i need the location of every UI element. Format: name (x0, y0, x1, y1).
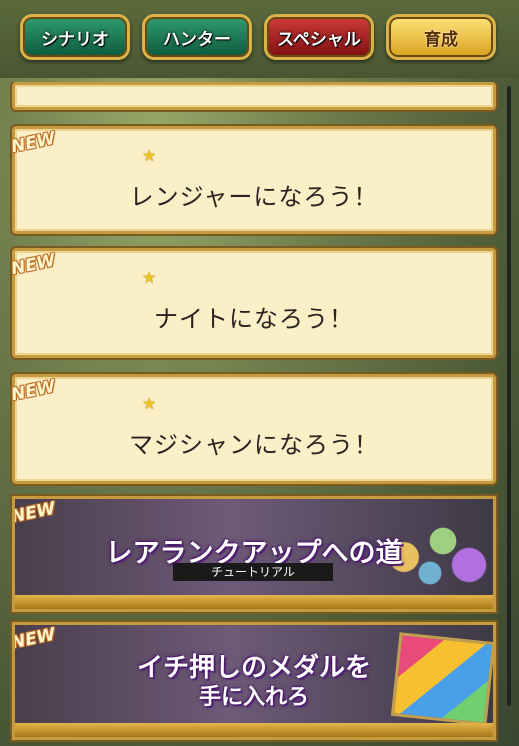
banner-title-line2: 手に入れろ (198, 685, 309, 710)
mission-card-ranger[interactable]: NEW ★ レンジャーになろう！ (9, 126, 496, 234)
star-icon: ★ (142, 146, 157, 165)
tab-scenario[interactable]: シナリオ (20, 14, 130, 60)
scrollbar[interactable] (507, 86, 511, 706)
banner-featured-medal[interactable]: NEW イチ押しのメダルを 手に入れろ (12, 622, 496, 740)
tab-bar: シナリオ ハンター スペシャル 育成 (0, 0, 519, 78)
tab-special[interactable]: スペシャル (264, 14, 374, 60)
star-icon: ★ (142, 394, 157, 413)
banner-gold-bar (15, 595, 493, 609)
mission-card-knight[interactable]: NEW ★ ナイトになろう！ (9, 248, 496, 358)
banner-gold-bar (15, 723, 493, 737)
new-badge: NEW (12, 498, 58, 528)
tab-training[interactable]: 育成 (386, 14, 496, 60)
mission-card-partial[interactable] (12, 82, 496, 110)
mission-title: マジシャンになろう！ (129, 431, 379, 459)
mission-title: ナイトになろう！ (154, 305, 354, 333)
new-badge: NEW (9, 250, 58, 280)
mission-list[interactable]: NEW ★ レンジャーになろう！ NEW ★ ナイトになろう！ NEW ★ マジ… (8, 82, 503, 746)
banner-rare-rank-up[interactable]: NEW レアランクアップへの道 チュートリアル (12, 496, 496, 612)
tab-hunter[interactable]: ハンター (142, 14, 252, 60)
new-badge: NEW (9, 376, 58, 406)
mission-title: レンジャーになろう！ (129, 183, 379, 211)
new-badge: NEW (9, 128, 58, 158)
banner-subtitle: チュートリアル (173, 563, 333, 581)
mission-card-magician[interactable]: NEW ★ マジシャンになろう！ (9, 374, 496, 484)
star-icon: ★ (142, 268, 157, 287)
